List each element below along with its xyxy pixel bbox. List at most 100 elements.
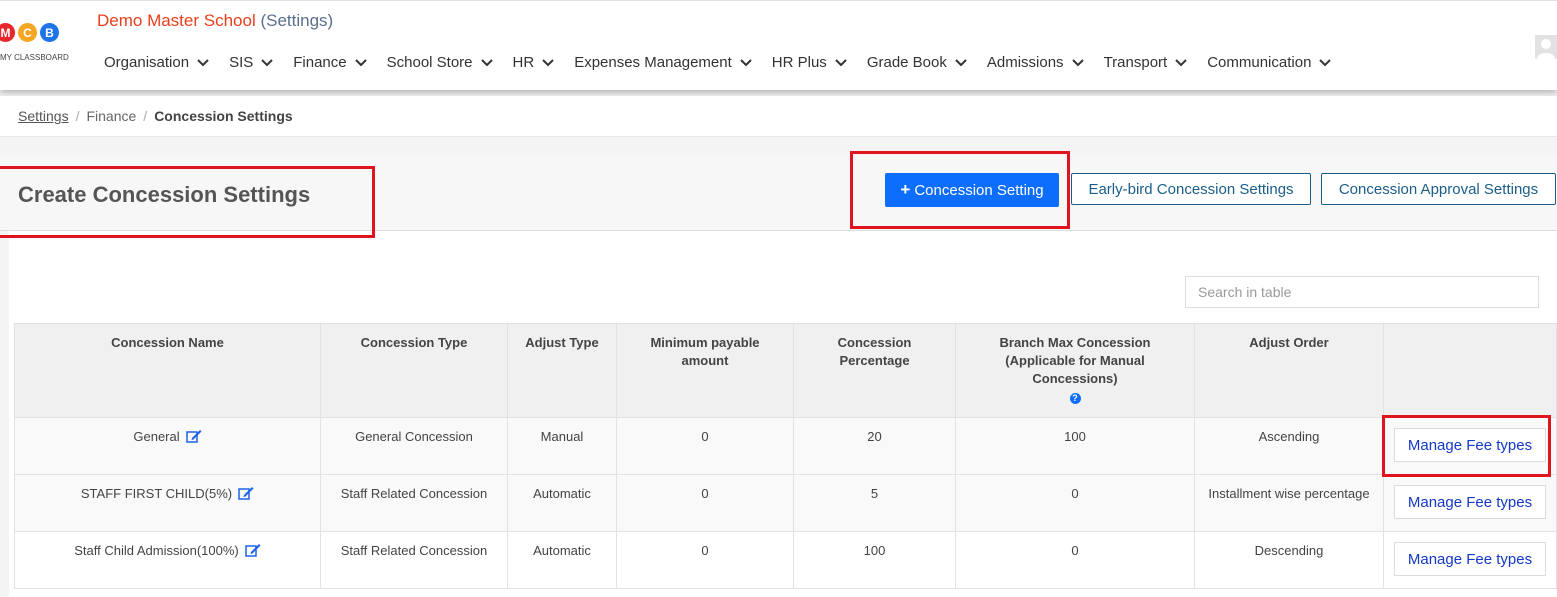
nav-communication[interactable]: Communication	[1207, 54, 1332, 71]
cell-percentage: 20	[793, 417, 956, 475]
cell-branch-max: 100	[955, 417, 1195, 475]
cell-name: STAFF FIRST CHILD(5%)	[14, 474, 321, 532]
col-adjust-order[interactable]: Adjust Order	[1194, 323, 1384, 418]
col-concession-percentage[interactable]: Concession Percentage	[793, 323, 956, 418]
user-avatar-icon[interactable]	[1535, 35, 1557, 59]
col-branch-max-label: Branch Max Concession (Applicable for Ma…	[999, 335, 1151, 386]
cell-type: Staff Related Concession	[320, 474, 508, 532]
nav-label: Expenses Management	[574, 54, 732, 71]
cell-percentage: 5	[793, 474, 956, 532]
breadcrumb-bar: Settings / Finance / Concession Settings	[0, 96, 1557, 137]
chevron-down-icon	[197, 58, 209, 66]
edit-icon[interactable]	[245, 543, 261, 557]
chevron-down-icon	[955, 58, 967, 66]
nav-label: Communication	[1207, 54, 1312, 71]
concession-name: Staff Child Admission(100%)	[74, 543, 239, 558]
manage-fee-types-button[interactable]: Manage Fee types	[1394, 428, 1546, 462]
nav-label: Admissions	[986, 54, 1064, 71]
col-branch-max[interactable]: Branch Max Concession (Applicable for Ma…	[955, 323, 1195, 418]
cell-name: Staff Child Admission(100%)	[14, 531, 321, 589]
concession-approval-settings-button[interactable]: Concession Approval Settings	[1321, 173, 1556, 205]
nav-hr[interactable]: HR	[513, 54, 555, 71]
col-adjust-type[interactable]: Adjust Type	[507, 323, 617, 418]
table-header-row: Concession Name Concession Type Adjust T…	[14, 323, 1557, 418]
cell-type: Staff Related Concession	[320, 531, 508, 589]
nav-expenses-management[interactable]: Expenses Management	[574, 54, 752, 71]
nav-admissions[interactable]: Admissions	[987, 54, 1084, 71]
main-nav: Organisation SIS Finance School Store HR…	[104, 54, 1351, 71]
nav-label: Transport	[1103, 54, 1168, 71]
cell-adjust-type: Automatic	[507, 531, 617, 589]
manage-fee-types-button[interactable]: Manage Fee types	[1394, 485, 1546, 519]
nav-hr-plus[interactable]: HR Plus	[772, 54, 847, 71]
cell-percentage: 100	[793, 531, 956, 589]
cell-actions: Manage Fee types	[1383, 417, 1557, 475]
table-row: General General Concession Manual 0 20 1…	[14, 417, 1557, 475]
logo-letter-m: M	[0, 23, 15, 42]
col-concession-name[interactable]: Concession Name	[14, 323, 321, 418]
nav-transport[interactable]: Transport	[1104, 54, 1188, 71]
top-navbar: M C B MY CLASSBOARD Demo Master School (…	[0, 0, 1557, 90]
chevron-down-icon	[354, 58, 367, 66]
chevron-down-icon	[835, 58, 847, 66]
school-title: Demo Master School (Settings)	[97, 11, 333, 31]
cell-min-payable: 0	[616, 474, 794, 532]
breadcrumb: Settings / Finance / Concession Settings	[18, 108, 293, 124]
cell-type: General Concession	[320, 417, 508, 475]
school-name: Demo Master School	[97, 11, 256, 30]
nav-label: HR Plus	[771, 54, 827, 71]
chevron-down-icon	[1319, 58, 1332, 66]
col-min-payable[interactable]: Minimum payable amount	[616, 323, 794, 418]
search-input[interactable]	[1185, 276, 1539, 308]
cell-adjust-order: Installment wise percentage	[1194, 474, 1384, 532]
nav-school-store[interactable]: School Store	[387, 54, 493, 71]
cell-adjust-order: Ascending	[1194, 417, 1384, 475]
logo-letter-b: B	[40, 23, 59, 42]
cell-name: General	[14, 417, 321, 475]
user-silhouette-icon	[1537, 39, 1555, 59]
cell-branch-max: 0	[955, 531, 1195, 589]
table-row: STAFF FIRST CHILD(5%) Staff Related Conc…	[14, 474, 1557, 532]
plus-icon: +	[900, 180, 911, 199]
nav-label: Grade Book	[866, 54, 947, 71]
cell-adjust-type: Automatic	[507, 474, 617, 532]
nav-label: School Store	[386, 54, 473, 71]
cell-adjust-type: Manual	[507, 417, 617, 475]
concession-table: Concession Name Concession Type Adjust T…	[14, 323, 1557, 589]
chevron-down-icon	[542, 58, 554, 66]
cell-adjust-order: Descending	[1194, 531, 1384, 589]
logo-subtitle: MY CLASSBOARD	[0, 53, 69, 62]
nav-finance[interactable]: Finance	[293, 54, 367, 71]
chevron-down-icon	[261, 58, 273, 66]
logo-letters: M C B	[0, 23, 59, 42]
breadcrumb-separator: /	[143, 108, 148, 124]
cell-min-payable: 0	[616, 531, 794, 589]
add-concession-setting-button[interactable]: + Concession Setting	[885, 173, 1059, 207]
nav-label: SIS	[229, 54, 254, 71]
nav-grade-book[interactable]: Grade Book	[867, 54, 967, 71]
cell-min-payable: 0	[616, 417, 794, 475]
cell-branch-max: 0	[955, 474, 1195, 532]
add-concession-setting-label: Concession Setting	[914, 181, 1044, 199]
nav-sis[interactable]: SIS	[229, 54, 273, 71]
breadcrumb-finance: Finance	[86, 108, 137, 124]
nav-label: HR	[512, 54, 535, 71]
breadcrumb-current: Concession Settings	[154, 108, 293, 124]
early-bird-concession-settings-button[interactable]: Early-bird Concession Settings	[1071, 173, 1311, 205]
concession-name: General	[133, 429, 180, 444]
edit-icon[interactable]	[238, 486, 254, 500]
manage-fee-types-button[interactable]: Manage Fee types	[1394, 542, 1546, 576]
edit-icon[interactable]	[185, 429, 202, 443]
chevron-down-icon	[1175, 58, 1187, 66]
school-logo[interactable]: M C B MY CLASSBOARD	[0, 23, 72, 65]
chevron-down-icon	[480, 58, 493, 66]
nav-organisation[interactable]: Organisation	[104, 54, 209, 71]
col-actions	[1383, 323, 1557, 418]
school-subtitle: (Settings)	[260, 11, 334, 30]
concession-name: STAFF FIRST CHILD(5%)	[80, 486, 233, 501]
chevron-down-icon	[740, 58, 752, 66]
breadcrumb-settings-link[interactable]: Settings	[18, 108, 69, 124]
cell-actions: Manage Fee types	[1383, 474, 1557, 532]
col-concession-type[interactable]: Concession Type	[320, 323, 508, 418]
help-icon[interactable]: ?	[1069, 393, 1081, 404]
